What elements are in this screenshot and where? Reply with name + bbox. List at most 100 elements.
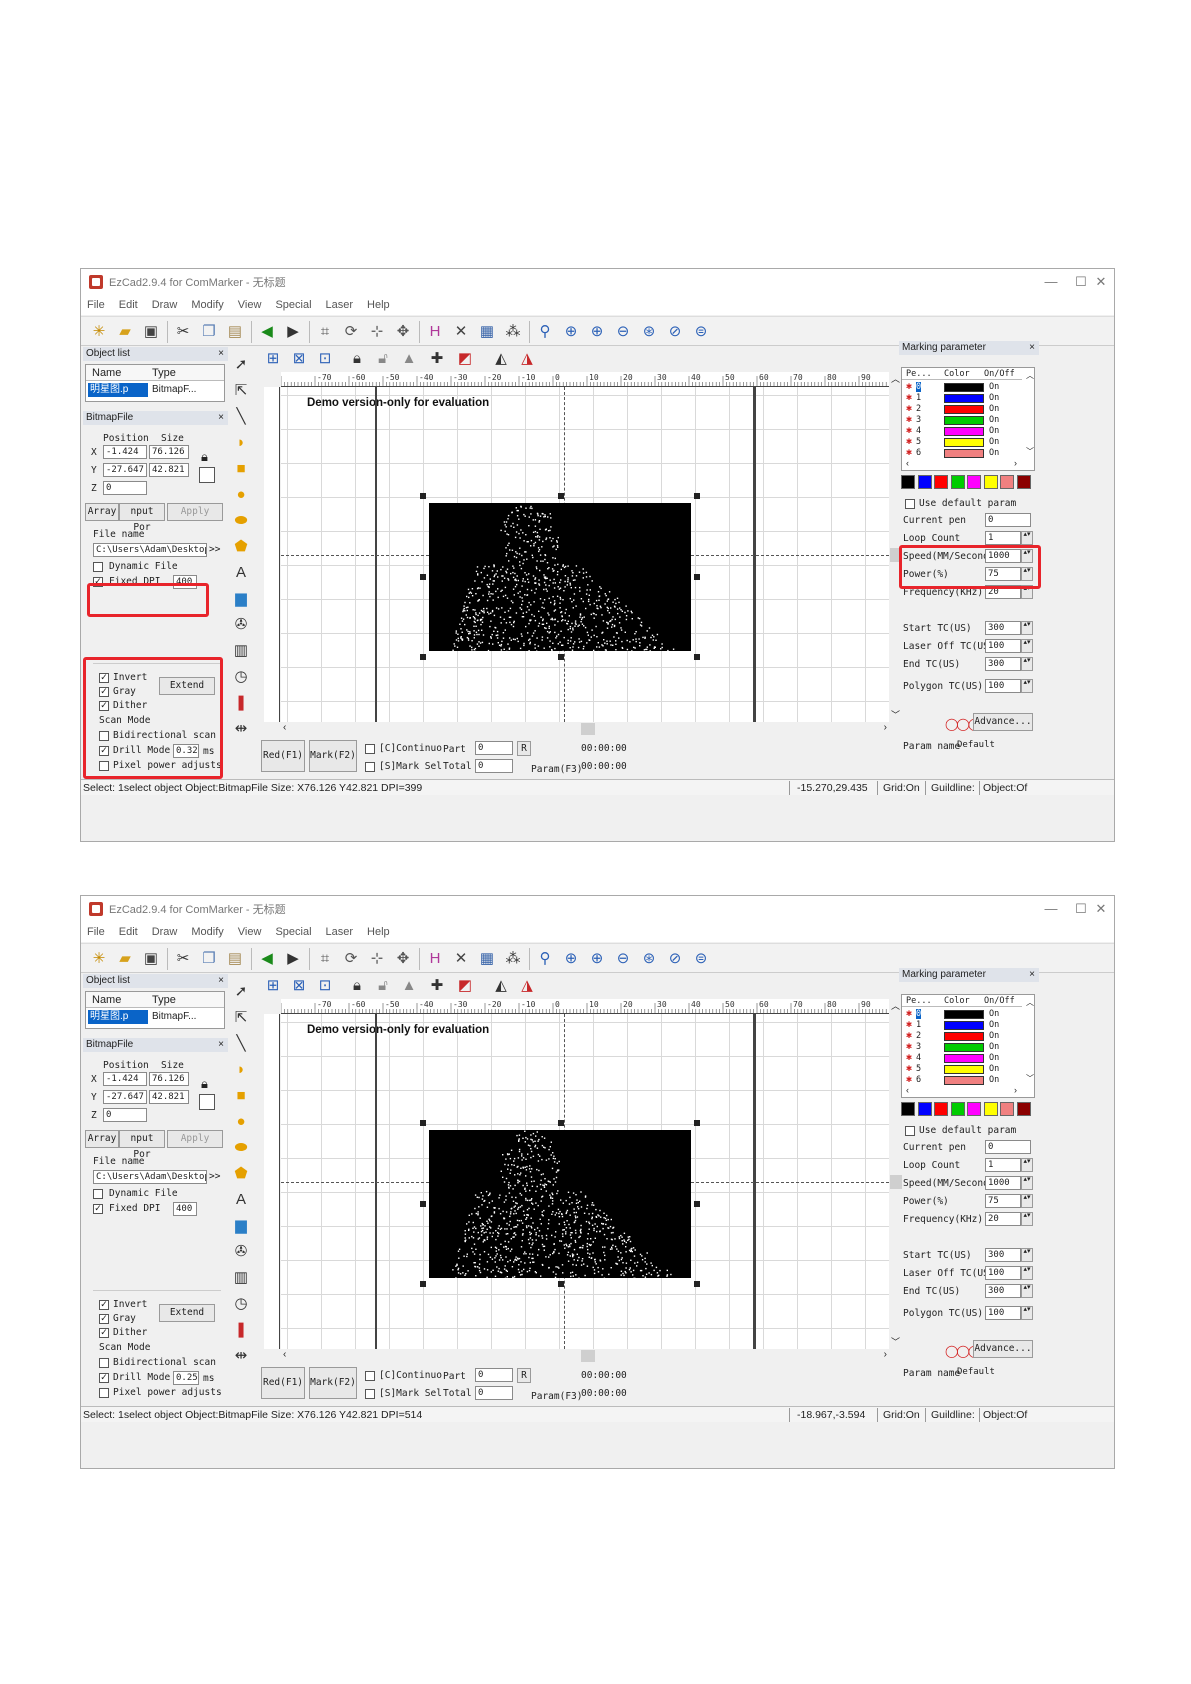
col-onoff[interactable]: On/Off <box>984 369 1015 379</box>
zoom-in-icon[interactable]: ⊕ <box>561 949 581 969</box>
save-icon[interactable]: ▣ <box>141 949 161 969</box>
barcode-icon[interactable]: ⁂ <box>503 949 523 969</box>
start-tc-spin[interactable]: ▴▾ <box>1021 621 1033 635</box>
color-swatch[interactable] <box>983 1102 998 1116</box>
marking-close[interactable]: × <box>1029 341 1035 355</box>
selection-handle[interactable] <box>694 493 700 499</box>
tools-icon[interactable]: ✕ <box>451 322 471 342</box>
end-tc-field[interactable]: 300 <box>985 1284 1021 1298</box>
color-swatch[interactable] <box>950 1102 965 1116</box>
param-button[interactable]: Param(F3) <box>531 1391 582 1402</box>
start-tc-spin[interactable]: ▴▾ <box>1021 1248 1033 1262</box>
polygon-icon[interactable]: ⬟ <box>231 1164 251 1184</box>
part-field[interactable]: 0 <box>475 741 513 755</box>
laser-off-spin[interactable]: ▴▾ <box>1021 1266 1033 1280</box>
scroll-right-icon[interactable]: › <box>884 1349 887 1360</box>
size-x-field[interactable]: 76.126 <box>149 445 189 459</box>
color-swatch[interactable] <box>934 1102 948 1116</box>
laser-off-field[interactable]: 100 <box>985 639 1021 653</box>
unlock-icon[interactable]: 🔓︎ <box>373 349 393 369</box>
barcode-tool-icon[interactable]: ▥ <box>231 1268 251 1288</box>
zoom-plus-icon[interactable]: ⊕ <box>587 322 607 342</box>
cut-icon[interactable]: ✂ <box>173 949 193 969</box>
col-type[interactable]: Type <box>152 367 176 379</box>
extend-axis-icon[interactable]: ⇹ <box>231 719 251 739</box>
pen-scroll-down-icon[interactable]: ﹀ <box>1026 446 1034 457</box>
forward-icon[interactable]: ▶ <box>283 949 303 969</box>
save-icon[interactable]: ▣ <box>141 322 161 342</box>
menu-file[interactable]: File <box>87 926 105 938</box>
table-icon[interactable]: ▦ <box>477 949 497 969</box>
distribute-icon[interactable]: ⊡ <box>315 976 335 996</box>
col-onoff[interactable]: On/Off <box>984 996 1015 1006</box>
hatch-icon[interactable]: H <box>425 322 445 342</box>
timer-icon[interactable]: ◷ <box>231 1294 251 1314</box>
zoom-out-icon[interactable]: ⊖ <box>613 322 633 342</box>
dpi-field[interactable]: 400 <box>173 1202 197 1216</box>
vector-file-icon[interactable]: ✇ <box>231 615 251 635</box>
end-tc-field[interactable]: 300 <box>985 657 1021 671</box>
ungroup-icon[interactable]: ⊠ <box>289 976 309 996</box>
h-scroll-thumb[interactable] <box>581 1350 595 1362</box>
apply-button[interactable]: Apply <box>167 1130 223 1148</box>
zoom-all-icon[interactable]: ⊛ <box>639 949 659 969</box>
selection-handle[interactable] <box>420 654 426 660</box>
power-field[interactable]: 75 <box>985 1194 1021 1208</box>
close-button[interactable]: ✕ <box>1091 901 1111 917</box>
color-swatch[interactable] <box>1016 475 1031 489</box>
menu-edit[interactable]: Edit <box>119 926 138 938</box>
pen-row[interactable]: ✱ 4 On <box>906 425 1024 437</box>
gray-checkbox[interactable]: ✓ <box>99 1314 109 1324</box>
color-icon[interactable]: ◩ <box>455 976 475 996</box>
zoom-icon[interactable]: ⚲ <box>535 322 555 342</box>
menu-help[interactable]: Help <box>367 299 390 311</box>
selection-handle[interactable] <box>420 574 426 580</box>
reset-button[interactable]: R <box>517 1368 531 1383</box>
marking-close[interactable]: × <box>1029 968 1035 982</box>
selection-handle[interactable] <box>420 1120 426 1126</box>
canvas-horizontal-scrollbar[interactable]: ‹ › <box>281 1349 889 1363</box>
object-row-type[interactable]: BitmapF... <box>152 1010 196 1024</box>
col-name[interactable]: Name <box>92 994 121 1006</box>
menu-draw[interactable]: Draw <box>152 299 178 311</box>
color-swatch[interactable] <box>901 475 915 489</box>
loop-spin[interactable]: ▴▾ <box>1021 1158 1033 1172</box>
selection-handle[interactable] <box>420 1281 426 1287</box>
menu-laser[interactable]: Laser <box>326 926 354 938</box>
selection-handle[interactable] <box>694 1120 700 1126</box>
part-field[interactable]: 0 <box>475 1368 513 1382</box>
continuous-checkbox[interactable] <box>365 744 375 754</box>
back-icon[interactable]: ◀ <box>257 322 277 342</box>
frequency-field[interactable]: 20 <box>985 1212 1021 1226</box>
advance-button[interactable]: Advance... <box>973 713 1033 731</box>
pen-row[interactable]: ✱ 6 On <box>906 447 1024 459</box>
end-tc-spin[interactable]: ▴▾ <box>1021 657 1033 671</box>
select-arrow-icon[interactable]: ➚ <box>231 982 251 1002</box>
distribute-icon[interactable]: ⊡ <box>315 349 335 369</box>
mirror-h-icon[interactable]: ◭ <box>491 349 511 369</box>
move-icon[interactable]: ✥ <box>393 322 413 342</box>
browse-button[interactable]: >> <box>209 544 220 555</box>
curve-icon[interactable]: ◗ <box>231 1060 251 1080</box>
pen-scroll-up-icon[interactable]: ︿ <box>1026 997 1034 1008</box>
paste-icon[interactable]: ▤ <box>225 322 245 342</box>
color-swatch[interactable] <box>950 475 965 489</box>
selection-handle[interactable] <box>420 493 426 499</box>
mirror-v-icon[interactable]: ◮ <box>517 976 537 996</box>
selection-handle[interactable] <box>694 574 700 580</box>
ellipse-icon[interactable]: ⬬ <box>231 511 251 531</box>
size-x-field[interactable]: 76.126 <box>149 1072 189 1086</box>
pen-row[interactable]: ✱ 5 On <box>906 436 1024 448</box>
mirror-h-icon[interactable]: ◭ <box>491 976 511 996</box>
bidirectional-checkbox[interactable] <box>99 1358 109 1368</box>
timer-icon[interactable]: ◷ <box>231 667 251 687</box>
total-field[interactable]: 0 <box>475 1386 513 1400</box>
menu-draw[interactable]: Draw <box>152 926 178 938</box>
node-select-icon[interactable]: ⊹ <box>367 322 387 342</box>
pen-scroll-up-icon[interactable]: ︿ <box>1026 370 1034 381</box>
drawing-canvas[interactable]: Demo version-only for evaluation <box>281 1014 889 1349</box>
pixel-power-checkbox[interactable] <box>99 1388 109 1398</box>
node-arrow-icon[interactable]: ⇱ <box>231 381 251 401</box>
browse-button[interactable]: >> <box>209 1171 220 1182</box>
power-spin[interactable]: ▴▾ <box>1021 1194 1033 1208</box>
